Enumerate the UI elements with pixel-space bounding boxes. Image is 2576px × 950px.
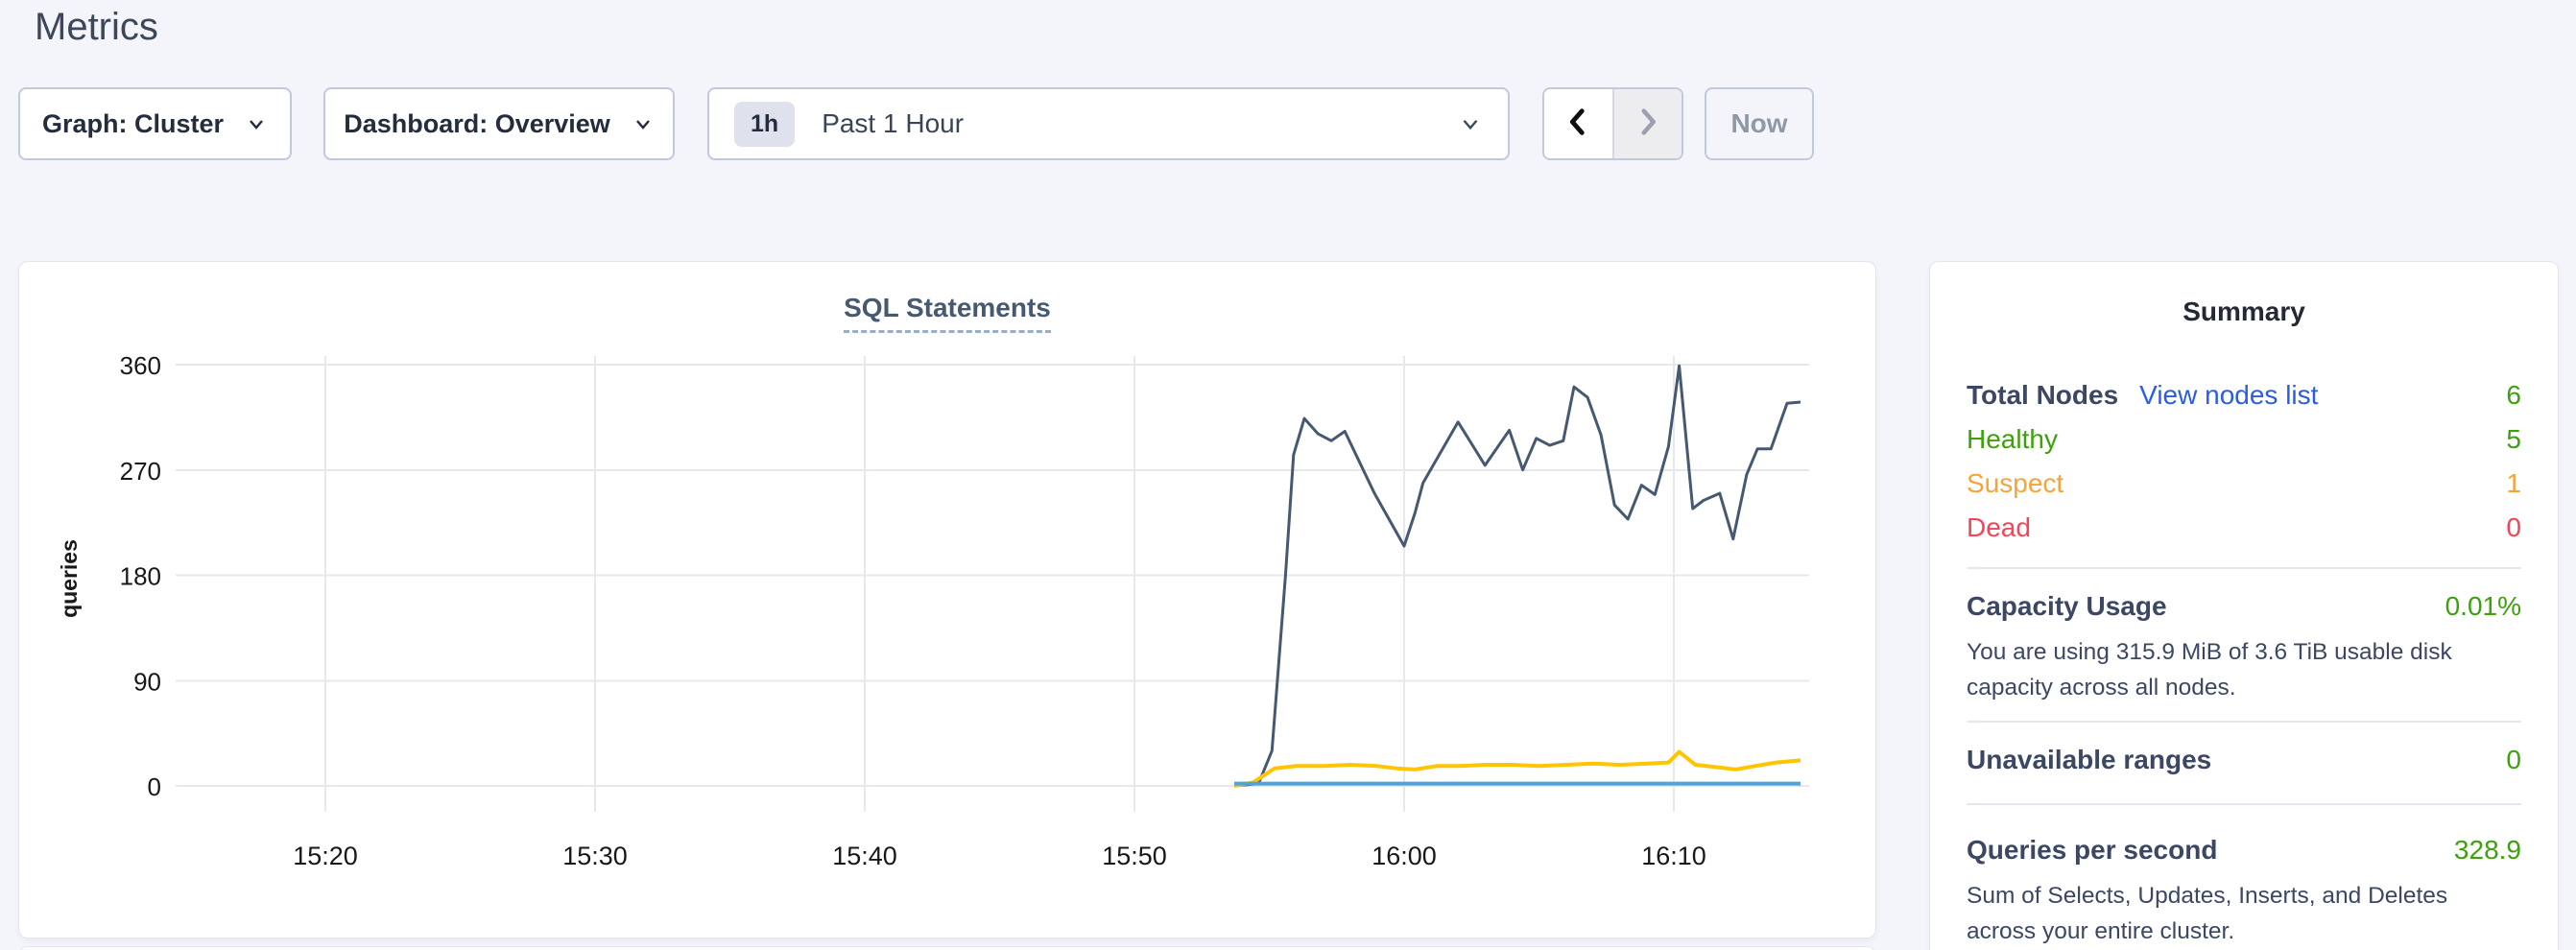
- queries-per-second-value: 328.9: [2454, 835, 2521, 866]
- dashboard-dropdown-label: Dashboard: Overview: [344, 109, 610, 139]
- dead-nodes-row: Dead 0: [1967, 506, 2521, 550]
- healthy-label: Healthy: [1967, 424, 2058, 455]
- dashboard-dropdown[interactable]: Dashboard: Overview: [323, 87, 675, 160]
- suspect-label: Suspect: [1967, 468, 2063, 499]
- next-chart-card-edge: [18, 946, 1876, 950]
- time-range-label: Past 1 Hour: [822, 108, 964, 139]
- queries-per-second-label: Queries per second: [1967, 835, 2217, 866]
- suspect-value: 1: [2506, 468, 2521, 499]
- dead-value: 0: [2506, 512, 2521, 543]
- capacity-usage-label: Capacity Usage: [1967, 591, 2167, 622]
- y-axis-tick-label: 270: [120, 457, 161, 486]
- y-axis-tick-label: 360: [120, 351, 161, 380]
- total-nodes-value: 6: [2506, 380, 2521, 411]
- time-range-badge: 1h: [734, 102, 795, 147]
- time-range-dropdown[interactable]: 1h Past 1 Hour: [707, 87, 1510, 160]
- x-axis-tick-label: 16:10: [1641, 842, 1706, 870]
- unavailable-ranges-row: Unavailable ranges 0: [1967, 738, 2521, 782]
- y-axis-tick-label: 90: [133, 667, 161, 696]
- sql-statements-chart[interactable]: 0 90 180 270 360 15:20 15:30 15:40 15:50 16:00 16:…: [19, 262, 1877, 939]
- chevron-down-icon: [1458, 111, 1483, 136]
- view-nodes-list-link[interactable]: View nodes list: [2139, 380, 2318, 411]
- total-nodes-row: Total Nodes View nodes list 6: [1967, 373, 2521, 417]
- queries-per-second-row: Queries per second 328.9: [1967, 828, 2521, 872]
- y-axis-tick-label: 0: [148, 772, 161, 801]
- unavailable-ranges-label: Unavailable ranges: [1967, 745, 2211, 775]
- chevron-left-icon: [1562, 106, 1594, 143]
- x-axis-tick-label: 15:40: [832, 842, 897, 870]
- graph-dropdown[interactable]: Graph: Cluster: [18, 87, 292, 160]
- capacity-usage-description: You are using 315.9 MiB of 3.6 TiB usabl…: [1967, 634, 2521, 705]
- summary-panel: Summary Total Nodes View nodes list 6 He…: [1929, 261, 2559, 950]
- queries-per-second-description: Sum of Selects, Updates, Inserts, and De…: [1967, 878, 2521, 949]
- capacity-usage-row: Capacity Usage 0.01%: [1967, 584, 2521, 629]
- x-axis-tick-label: 15:50: [1102, 842, 1167, 870]
- page-title: Metrics: [35, 0, 158, 54]
- healthy-nodes-row: Healthy 5: [1967, 417, 2521, 462]
- unavailable-ranges-value: 0: [2506, 745, 2521, 775]
- chevron-down-icon: [245, 112, 268, 135]
- previous-time-button[interactable]: [1544, 89, 1612, 158]
- x-axis-tick-label: 15:20: [293, 842, 358, 870]
- chevron-down-icon: [632, 112, 655, 135]
- divider: [1967, 721, 2521, 723]
- graph-dropdown-label: Graph: Cluster: [42, 109, 224, 139]
- next-time-button[interactable]: [1612, 89, 1682, 158]
- total-nodes-label: Total Nodes: [1967, 380, 2118, 411]
- summary-title: Summary: [1967, 297, 2521, 327]
- x-axis-tick-label: 16:00: [1371, 842, 1437, 870]
- yellow-series: [1234, 752, 1801, 786]
- chevron-right-icon: [1632, 106, 1664, 143]
- healthy-value: 5: [2506, 424, 2521, 455]
- y-axis-title: queries: [57, 539, 82, 618]
- divider: [1967, 803, 2521, 805]
- divider: [1967, 567, 2521, 569]
- suspect-nodes-row: Suspect 1: [1967, 462, 2521, 506]
- y-axis-tick-label: 180: [120, 562, 161, 591]
- x-axis-tick-label: 15:30: [562, 842, 628, 870]
- time-nav-group: [1542, 87, 1683, 160]
- dead-label: Dead: [1967, 512, 2031, 543]
- capacity-usage-value: 0.01%: [2445, 591, 2521, 622]
- now-button[interactable]: Now: [1705, 87, 1814, 160]
- sql-statements-chart-card: SQL Statements 09018027036015:2015:3015:…: [18, 261, 1876, 938]
